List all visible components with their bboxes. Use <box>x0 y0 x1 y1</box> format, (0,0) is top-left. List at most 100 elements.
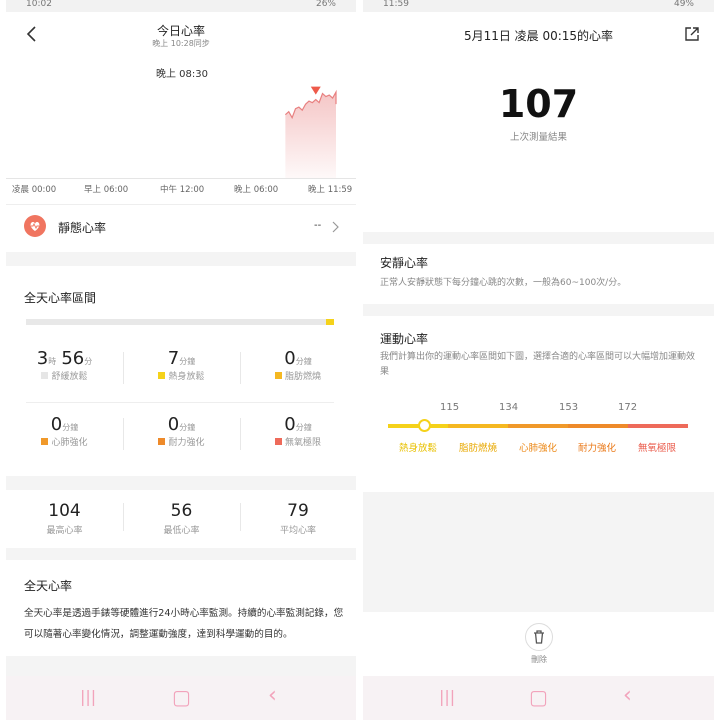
zone-label: 心肺強化 <box>6 435 123 448</box>
zone-label: 心肺強化 <box>519 443 558 454</box>
zone-duration: 0分鐘 <box>284 348 312 369</box>
x-tick: 早上 06:00 <box>84 185 129 195</box>
zone-cell: 3時 56分 舒緩放鬆 <box>6 348 123 393</box>
exercise-title: 運動心率 <box>380 332 429 346</box>
zone-cell: 0分鐘 無氧極限 <box>240 414 356 459</box>
zone-label: 熱身放鬆 <box>399 443 438 454</box>
zone-label: 舒緩放鬆 <box>6 369 123 382</box>
section-gap <box>6 656 356 676</box>
stat-label: 平均心率 <box>279 526 316 536</box>
section-gap <box>6 548 356 560</box>
zone-label: 脂肪燃燒 <box>240 369 356 382</box>
home-icon[interactable]: ▢ <box>529 685 548 709</box>
zone-swatch <box>41 438 49 445</box>
info-body: 全天心率是透過手錶等硬體進行24小時心率監測。持續的心率監測記錄，您可以隨著心率… <box>24 608 344 640</box>
stat-cell: 79 平均心率 <box>240 501 356 536</box>
zone-label: 耐力強化 <box>578 443 617 454</box>
page-title: 5月11日 凌晨 00:15的心率 <box>463 29 614 43</box>
system-nav-bar: ||| ▢ ‹ <box>6 676 356 720</box>
back-icon[interactable]: ‹ <box>268 683 277 708</box>
zone-duration: 0分鐘 <box>167 414 196 435</box>
section-gap <box>6 252 356 266</box>
zone-segment <box>568 424 628 428</box>
status-bar: 10:02 26% <box>6 0 356 12</box>
status-battery: 49% <box>673 0 694 9</box>
zone-label: 無氧極限 <box>240 435 356 448</box>
chart-tooltip-time: 晚上 08:30 <box>156 69 208 80</box>
sync-time: 晚上 10:28同步 <box>152 39 210 48</box>
empty-area <box>363 492 714 612</box>
delete-button[interactable] <box>525 623 553 651</box>
threshold-value: 153 <box>559 402 579 413</box>
info-title: 全天心率 <box>24 579 73 593</box>
chevron-right-icon <box>332 221 339 233</box>
zone-duration: 7分鐘 <box>167 348 196 369</box>
x-tick: 中午 12:00 <box>160 185 205 195</box>
status-time: 10:02 <box>26 0 52 9</box>
back-icon[interactable]: ‹ <box>623 683 632 708</box>
section-gap <box>363 232 714 244</box>
status-battery: 26% <box>315 0 336 9</box>
divider <box>240 503 241 531</box>
stat-value: 56 <box>170 501 193 521</box>
stat-label: 最低心率 <box>163 526 200 536</box>
zone-cell: 0分鐘 耐力強化 <box>123 414 240 459</box>
resting-hr-value: -- <box>314 220 322 231</box>
resting-hr-row[interactable]: 靜態心率 -- <box>6 204 356 248</box>
resting-title: 安靜心率 <box>380 256 429 270</box>
zone-scale <box>388 419 688 432</box>
divider <box>240 418 241 450</box>
x-tick: 晚上 11:59 <box>308 185 353 195</box>
zone-label: 無氧極限 <box>638 443 677 454</box>
status-time: 11:59 <box>383 0 409 9</box>
divider <box>123 352 124 384</box>
zone-label: 耐力強化 <box>123 435 240 448</box>
stat-label: 最高心率 <box>46 526 83 536</box>
zones-title: 全天心率區間 <box>24 291 97 305</box>
zone-duration: 0分鐘 <box>284 414 312 435</box>
zone-swatch <box>274 372 282 379</box>
reading-caption: 上次測量結果 <box>509 132 567 143</box>
system-nav-bar: ||| ▢ ‹ <box>363 676 714 720</box>
zone-swatch <box>274 438 282 445</box>
screenshot-divider <box>356 0 363 720</box>
zone-cell: 7分鐘 熱身放鬆 <box>123 348 240 393</box>
zone-segment <box>448 424 508 428</box>
zone-segment <box>508 424 568 428</box>
recent-apps-icon[interactable]: ||| <box>439 687 455 706</box>
share-icon <box>685 27 699 41</box>
zone-swatch <box>158 438 166 445</box>
heart-icon <box>30 222 40 231</box>
hr-area <box>285 92 336 178</box>
zone-segment <box>628 424 688 428</box>
divider <box>123 503 124 531</box>
heart-rate-chart[interactable] <box>6 80 356 200</box>
home-icon[interactable]: ▢ <box>172 685 191 709</box>
recent-apps-icon[interactable]: ||| <box>80 687 96 706</box>
stat-cell: 56 最低心率 <box>123 501 240 536</box>
stat-value: 79 <box>287 501 309 521</box>
zone-duration: 3時 56分 <box>36 348 93 369</box>
zone-label: 熱身放鬆 <box>123 369 240 382</box>
share-button[interactable] <box>683 25 701 43</box>
x-tick: 晚上 06:00 <box>234 185 279 195</box>
stat-value: 104 <box>48 501 81 521</box>
zones-bar-fill <box>326 319 334 325</box>
current-hr-marker <box>418 419 431 432</box>
zone-duration: 0分鐘 <box>50 414 79 435</box>
stat-cell: 104 最高心率 <box>6 501 123 536</box>
hr-marker <box>310 86 321 95</box>
zone-cell: 0分鐘 心肺強化 <box>6 414 123 459</box>
section-gap <box>6 476 356 490</box>
status-bar: 11:59 49% <box>363 0 714 12</box>
divider <box>26 402 334 403</box>
x-axis: 凌晨 00:00 早上 06:00 中午 12:00 晚上 06:00 晚上 1… <box>6 183 356 197</box>
zone-swatch <box>158 372 166 379</box>
divider <box>240 352 241 384</box>
section-gap <box>363 304 714 316</box>
resting-hr-icon-badge <box>24 215 46 237</box>
right-screen: 11:59 49% 5月11日 凌晨 00:15的心率 107 上次測量結果 安… <box>363 0 714 720</box>
resting-desc: 正常人安靜狀態下每分鐘心跳的次數，一般為60~100次/分。 <box>380 278 627 288</box>
threshold-value: 115 <box>440 402 460 413</box>
threshold-value: 134 <box>499 402 519 413</box>
